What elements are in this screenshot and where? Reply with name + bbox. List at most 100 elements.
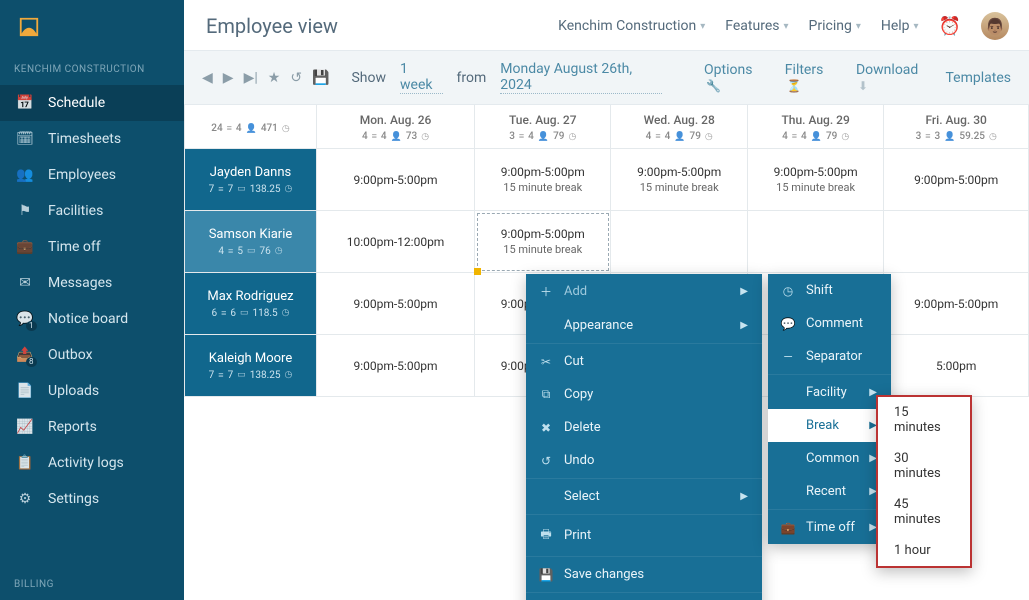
schedule-cell[interactable]: 9:00pm-5:00pm15 minute break [475, 211, 611, 273]
ctx-save[interactable]: 💾Save changes [526, 558, 762, 591]
ctx-delete[interactable]: ✖Delete [526, 411, 762, 444]
options-label: Options [704, 62, 752, 78]
sub-recent[interactable]: Recent▶ [768, 475, 891, 508]
ctx-undo[interactable]: ↺Undo [526, 444, 762, 477]
ctx-print[interactable]: 🖶Print [526, 516, 762, 555]
ctx-copy[interactable]: ⧉Copy [526, 378, 762, 411]
show-label: Show [351, 70, 386, 86]
ctx-add[interactable]: ＋Add▶ [526, 274, 762, 309]
brand-logo [0, 8, 184, 58]
sidebar-item-timesheets[interactable]: 🗓Timesheets [0, 121, 184, 157]
schedule-cell[interactable]: 9:00pm-5:00pm [317, 149, 475, 211]
sidebar-item-facilities[interactable]: ⚑Facilities [0, 193, 184, 229]
sub-facility[interactable]: Facility▶ [768, 376, 891, 409]
sidebar-item-settings[interactable]: ⚙Settings [0, 481, 184, 517]
topnav-pricing[interactable]: Pricing▾ [809, 18, 861, 34]
topnav-features[interactable]: Features▾ [725, 18, 788, 34]
schedule-cell[interactable]: 9:00pm-5:00pm [884, 273, 1029, 335]
sidebar-item-outbox[interactable]: 📤Outbox8 [0, 337, 184, 373]
meta-people: 4 [236, 123, 242, 134]
sidebar-item-label: Settings [48, 491, 99, 507]
next-icon[interactable]: ▶ [223, 70, 234, 86]
today-icon[interactable]: ▶| [244, 70, 258, 86]
wrench-icon: 🔧 [706, 79, 721, 93]
schedule-cell[interactable] [884, 211, 1029, 273]
schedule-cell[interactable]: 9:00pm-5:00pm [884, 149, 1029, 211]
sidebar-item-activity[interactable]: 📋Activity logs [0, 445, 184, 481]
sidebar-item-label: Employees [48, 167, 116, 183]
sidebar-item-schedule[interactable]: 📅Schedule [0, 85, 184, 121]
ctx-select[interactable]: Select▶ [526, 480, 762, 513]
sub-separator[interactable]: —Separator [768, 340, 891, 373]
sidebar-item-employees[interactable]: 👥Employees [0, 157, 184, 193]
sidebar-item-label: Uploads [48, 383, 99, 399]
break-option[interactable]: 15 minutes [878, 397, 970, 443]
schedule-cell[interactable] [747, 211, 883, 273]
ctx-label: Cut [564, 354, 584, 369]
templates-link[interactable]: Templates [946, 70, 1012, 86]
person-icon: 👤 [246, 124, 257, 134]
day-header: Wed. Aug. 284≡ 4👤 79◷ [611, 105, 747, 149]
schedule-cell[interactable]: 5:00pm [884, 335, 1029, 397]
employee-rowhead[interactable]: Samson Kiarie4≡ 5▭ 76◷ [185, 211, 317, 273]
break-option[interactable]: 45 minutes [878, 489, 970, 535]
topnav-label: Help [881, 18, 910, 34]
options-link[interactable]: Options 🔧 [704, 62, 771, 94]
alarm-icon[interactable]: ⏰ [939, 16, 961, 37]
ctx-message[interactable]: ✉Send a message to Samson Kiarie [526, 594, 762, 600]
schedule-cell[interactable] [611, 211, 747, 273]
shift-time: 5:00pm [936, 359, 976, 373]
employee-rowhead[interactable]: Max Rodriguez6≡ 6▭ 118.5◷ [185, 273, 317, 335]
employee-rowhead[interactable]: Kaleigh Moore7≡ 7▭ 138.25◷ [185, 335, 317, 397]
filters-link[interactable]: Filters ⏳ [785, 62, 842, 94]
sidebar-item-noticeboard[interactable]: 💬Notice board1 [0, 301, 184, 337]
shift-time: 9:00pm-5:00pm [637, 165, 721, 179]
break-option[interactable]: 1 hour [878, 535, 970, 566]
shift-time: 9:00pm-5:00pm [914, 173, 998, 187]
prev-icon[interactable]: ◀ [202, 70, 213, 86]
ctx-appearance[interactable]: Appearance▶ [526, 309, 762, 342]
sidebar-item-label: Facilities [48, 203, 103, 219]
sidebar-item-reports[interactable]: 📈Reports [0, 409, 184, 445]
sidebar-item-uploads[interactable]: 📄 Uploads [0, 373, 184, 409]
page-title: Employee view [206, 14, 338, 38]
list-icon: ≡ [227, 123, 232, 134]
employee-rowhead[interactable]: Jayden Danns7≡ 7▭ 138.25◷ [185, 149, 317, 211]
sidebar: KENCHIM CONSTRUCTION 📅Schedule 🗓Timeshee… [0, 0, 184, 600]
chevron-down-icon: ▾ [856, 21, 861, 32]
topnav-help[interactable]: Help▾ [881, 18, 919, 34]
sub-common[interactable]: Common▶ [768, 442, 891, 475]
sub-break[interactable]: Break▶ [768, 409, 891, 442]
sub-comment[interactable]: 💬Comment [768, 307, 891, 340]
schedule-cell[interactable]: 9:00pm-5:00pm [317, 273, 475, 335]
employee-name: Samson Kiarie [193, 227, 308, 242]
avatar[interactable]: 👨🏽 [981, 12, 1009, 40]
chevron-right-icon: ▶ [740, 491, 748, 502]
sidebar-item-label: Reports [48, 419, 97, 435]
download-link[interactable]: Download ⬇ [856, 62, 932, 94]
schedule-cell[interactable]: 9:00pm-5:00pm15 minute break [747, 149, 883, 211]
briefcase-icon: 💼 [780, 521, 796, 535]
topnav-company[interactable]: Kenchim Construction▾ [558, 18, 705, 34]
sub-shift[interactable]: ◷Shift [768, 274, 891, 307]
comment-icon: 💬 [780, 317, 796, 331]
schedule-cell[interactable]: 9:00pm-5:00pm15 minute break [475, 149, 611, 211]
schedule-cell[interactable]: 9:00pm-5:00pm15 minute break [611, 149, 747, 211]
undo-icon[interactable]: ↺ [290, 70, 302, 86]
ctx-cut[interactable]: ✂Cut [526, 345, 762, 378]
file-icon: 📄 [16, 383, 34, 399]
date-link[interactable]: Monday August 26th, 2024 [500, 61, 662, 94]
star-icon[interactable]: ★ [268, 70, 281, 86]
ctx-label: Save changes [564, 567, 644, 582]
schedule-cell[interactable]: 10:00pm-12:00pm [317, 211, 475, 273]
sidebar-item-messages[interactable]: ✉Messages [0, 265, 184, 301]
save-icon[interactable]: 💾 [312, 70, 329, 86]
day-header: Thu. Aug. 294≡ 4👤 79◷ [747, 105, 883, 149]
ctx-label: Delete [564, 420, 601, 435]
schedule-cell[interactable]: 9:00pm-5:00pm [317, 335, 475, 397]
sub-timeoff[interactable]: 💼Time off▶ [768, 511, 891, 544]
break-option[interactable]: 30 minutes [878, 443, 970, 489]
sidebar-item-timeoff[interactable]: 💼Time off [0, 229, 184, 265]
range-link[interactable]: 1 week [400, 61, 442, 94]
sidebar-item-label: Activity logs [48, 455, 124, 471]
